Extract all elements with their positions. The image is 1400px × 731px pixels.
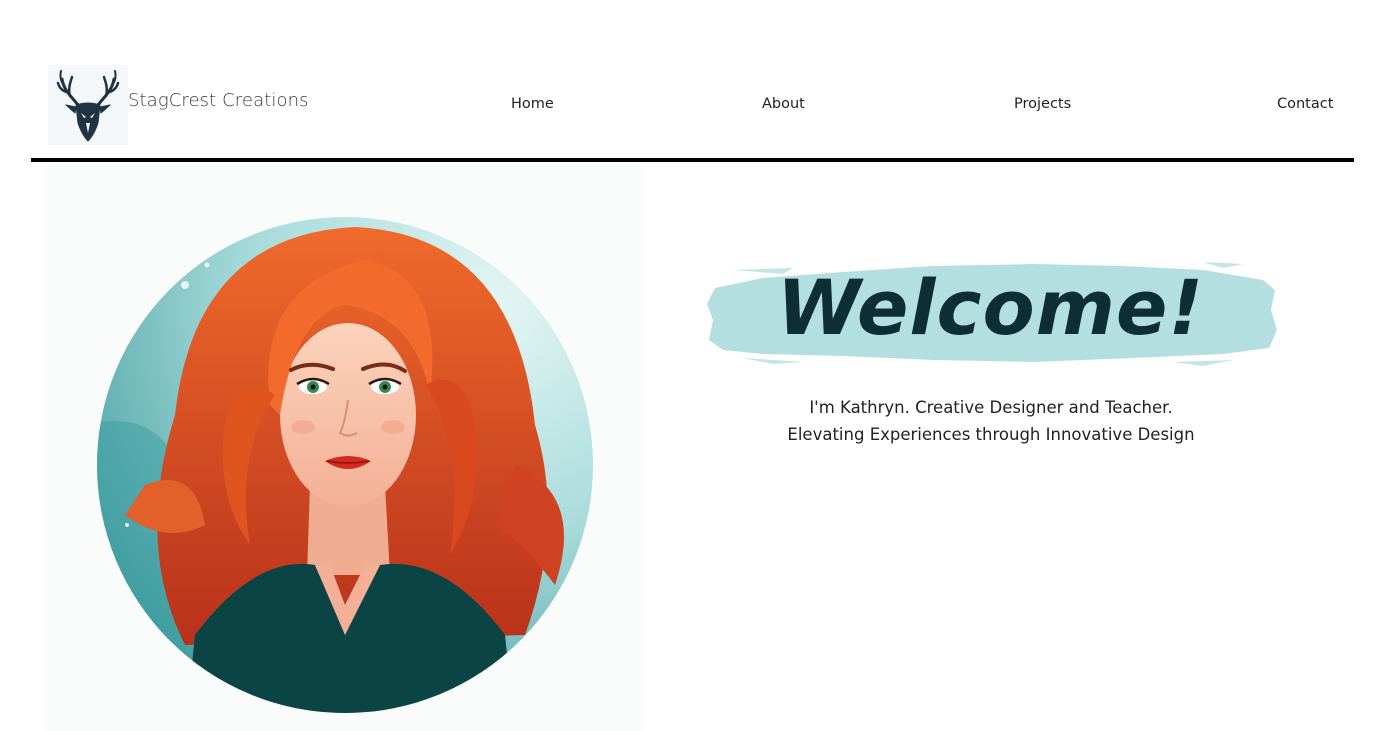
tagline-line-1: I'm Kathryn. Creative Designer and Teach… [809,398,1173,417]
welcome-heading: Welcome! [776,263,1205,352]
brand-name[interactable]: StagCrest Creations [128,90,309,111]
portrait-illustration [45,165,643,731]
nav-projects[interactable]: Projects [1014,96,1071,112]
page: StagCrest Creations Home About Projects … [0,0,1400,731]
stag-head-icon [56,70,120,142]
tagline-line-2: Elevating Experiences through Innovative… [787,425,1195,444]
nav-home[interactable]: Home [511,96,554,112]
nav-about[interactable]: About [762,96,805,112]
header-divider [31,158,1354,162]
welcome-banner: Welcome! [703,250,1278,370]
tagline: I'm Kathryn. Creative Designer and Teach… [740,394,1242,448]
nav-contact[interactable]: Contact [1277,96,1333,112]
logo[interactable] [48,65,128,145]
